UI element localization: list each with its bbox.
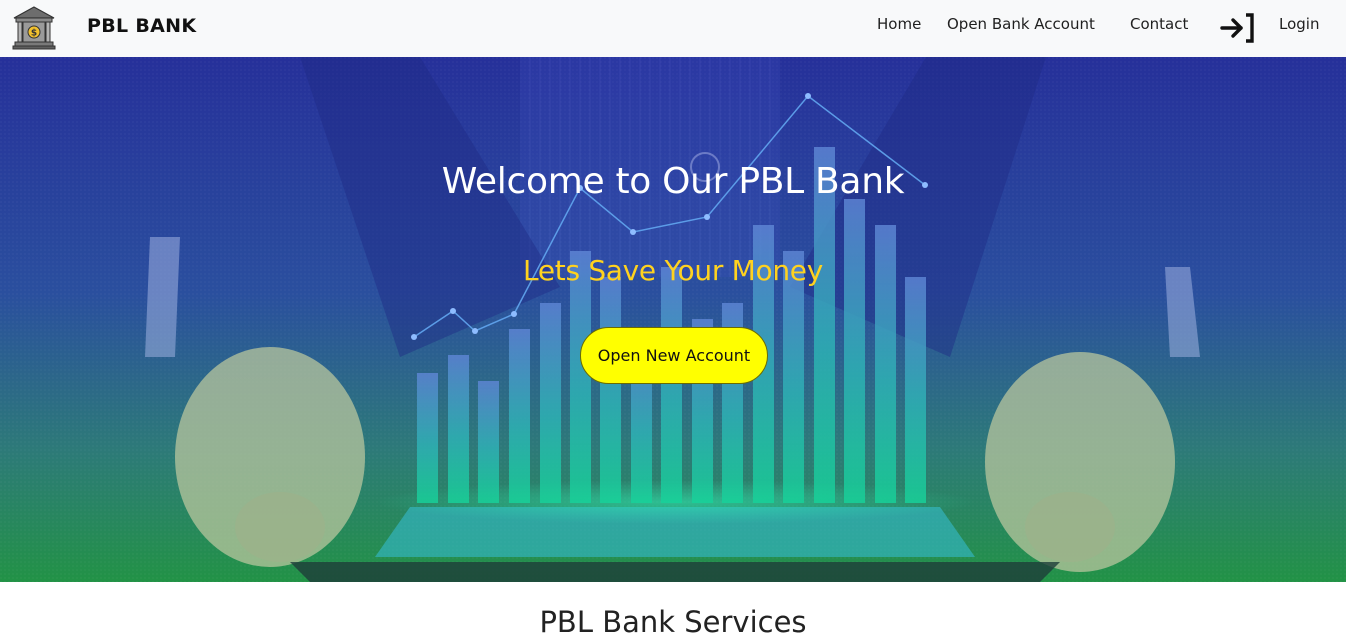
hero-banner: Welcome to Our PBL Bank Lets Save Your M… [0,57,1346,582]
services-heading: PBL Bank Services [539,605,807,639]
bank-building-icon[interactable]: $ [10,4,58,52]
svg-text:$: $ [31,29,37,39]
hero-subtitle: Lets Save Your Money [523,254,823,287]
hero-background-image [0,57,1346,582]
nav-link-contact[interactable]: Contact [1130,15,1188,33]
nav-link-open-bank-account[interactable]: Open Bank Account [947,15,1095,33]
nav-link-home[interactable]: Home [877,15,921,33]
navbar: $ PBL BANK Home Open Bank Account Contac… [0,0,1346,57]
brand-name[interactable]: PBL BANK [87,15,196,37]
open-new-account-button[interactable]: Open New Account [580,327,768,384]
nav-link-login[interactable]: Login [1279,15,1319,33]
login-arrow-icon[interactable] [1219,10,1257,46]
hero-title: Welcome to Our PBL Bank [441,161,905,202]
